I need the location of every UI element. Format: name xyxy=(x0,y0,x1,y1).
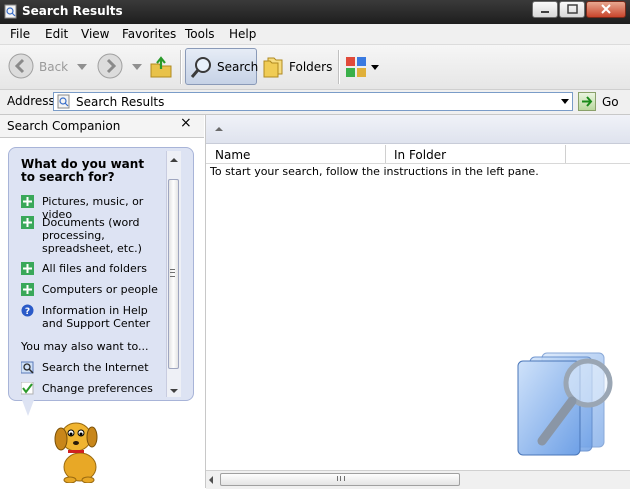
search-question: What do you want to search for? xyxy=(21,157,145,184)
results-horizontal-scrollbar[interactable] xyxy=(206,470,630,489)
arrow-cross-icon xyxy=(21,195,34,208)
search-options-bubble: What do you want to search for? Pictures… xyxy=(8,147,194,401)
horizontal-scroll-grip-icon xyxy=(337,476,345,481)
menu-favorites[interactable]: Favorites xyxy=(122,27,176,41)
help-icon: ? xyxy=(21,304,34,317)
views-icon[interactable] xyxy=(345,56,367,78)
go-label[interactable]: Go xyxy=(602,95,619,109)
address-bar: Address Search Results Go xyxy=(0,90,630,115)
search-button[interactable]: Search xyxy=(185,48,259,85)
forward-arrow-icon[interactable] xyxy=(97,53,123,79)
scroll-grip-icon xyxy=(170,269,175,277)
close-pane-icon[interactable]: × xyxy=(180,115,192,131)
search-internet-icon xyxy=(21,361,34,374)
results-pane: Name In Folder To start your search, fol… xyxy=(205,115,630,489)
minimize-button[interactable] xyxy=(532,1,558,18)
folders-icon xyxy=(263,57,283,78)
back-history-chevron-icon[interactable] xyxy=(77,64,87,72)
menu-view[interactable]: View xyxy=(81,27,109,41)
bubble-tail xyxy=(22,400,34,416)
address-input[interactable]: Search Results xyxy=(53,92,573,111)
scroll-down-arrow-icon[interactable] xyxy=(170,389,178,393)
search-page-icon xyxy=(57,94,70,109)
address-dropdown-chevron-icon[interactable] xyxy=(561,99,569,104)
search-results-window-icon xyxy=(4,4,17,19)
also-want-text: You may also want to... xyxy=(21,340,149,353)
menu-edit[interactable]: Edit xyxy=(45,27,68,41)
arrow-cross-icon xyxy=(21,262,34,275)
option-label: Change preferences xyxy=(42,382,153,395)
window-title: Search Results xyxy=(22,4,123,18)
search-companion-title: Search Companion xyxy=(7,119,121,133)
option-label: Information in Help and Support Center xyxy=(42,304,151,330)
back-arrow-icon xyxy=(8,53,34,79)
search-companion-pane: Search Companion × What do you want to s… xyxy=(0,115,204,488)
menu-help[interactable]: Help xyxy=(229,27,256,41)
search-companion-header: Search Companion × xyxy=(0,115,204,138)
title-bar: Search Results xyxy=(0,0,630,24)
option-label: Computers or people xyxy=(42,283,158,296)
results-column-header: Name In Folder xyxy=(206,145,630,164)
results-header-band xyxy=(206,115,630,144)
checkmark-icon xyxy=(21,382,34,395)
companion-vertical-scrollbar[interactable] xyxy=(166,151,181,397)
forward-history-chevron-icon[interactable] xyxy=(132,64,142,72)
scroll-left-arrow-icon[interactable] xyxy=(209,476,213,484)
address-label: Address xyxy=(7,94,55,108)
close-window-button[interactable] xyxy=(586,1,626,18)
minimize-icon xyxy=(541,11,549,13)
collapse-caret-icon[interactable] xyxy=(215,127,223,131)
search-dog-icon[interactable] xyxy=(48,413,108,483)
up-folder-icon[interactable] xyxy=(149,55,173,79)
maximize-icon xyxy=(567,4,578,14)
option-label: Documents (word processing, spreadsheet,… xyxy=(42,216,142,255)
menu-file[interactable]: File xyxy=(10,27,30,41)
address-value: Search Results xyxy=(76,95,165,109)
folders-label: Folders xyxy=(289,60,333,74)
results-hint-text: To start your search, follow the instruc… xyxy=(210,165,539,178)
back-label: Back xyxy=(39,60,69,74)
column-in-folder[interactable]: In Folder xyxy=(394,148,446,162)
arrow-cross-icon xyxy=(21,283,34,296)
search-illustration-icon xyxy=(517,352,613,456)
option-label: Search the Internet xyxy=(42,361,149,374)
toolbar: Back Search Folders xyxy=(0,45,630,90)
column-name[interactable]: Name xyxy=(215,148,250,162)
close-icon xyxy=(601,4,611,14)
back-button[interactable]: Back xyxy=(8,53,70,81)
arrow-cross-icon xyxy=(21,216,34,229)
go-button[interactable] xyxy=(578,92,596,111)
search-label: Search xyxy=(217,60,259,74)
magnifier-icon xyxy=(190,57,211,78)
go-arrow-icon xyxy=(582,96,593,107)
folders-button[interactable]: Folders xyxy=(262,53,332,81)
option-label: All files and folders xyxy=(42,262,147,275)
menu-tools[interactable]: Tools xyxy=(185,27,215,41)
scroll-up-arrow-icon[interactable] xyxy=(170,158,178,162)
svg-text:?: ? xyxy=(25,307,30,317)
menu-bar: File Edit View Favorites Tools Help xyxy=(0,24,630,45)
views-chevron-icon[interactable] xyxy=(371,65,379,71)
maximize-button[interactable] xyxy=(559,1,585,18)
